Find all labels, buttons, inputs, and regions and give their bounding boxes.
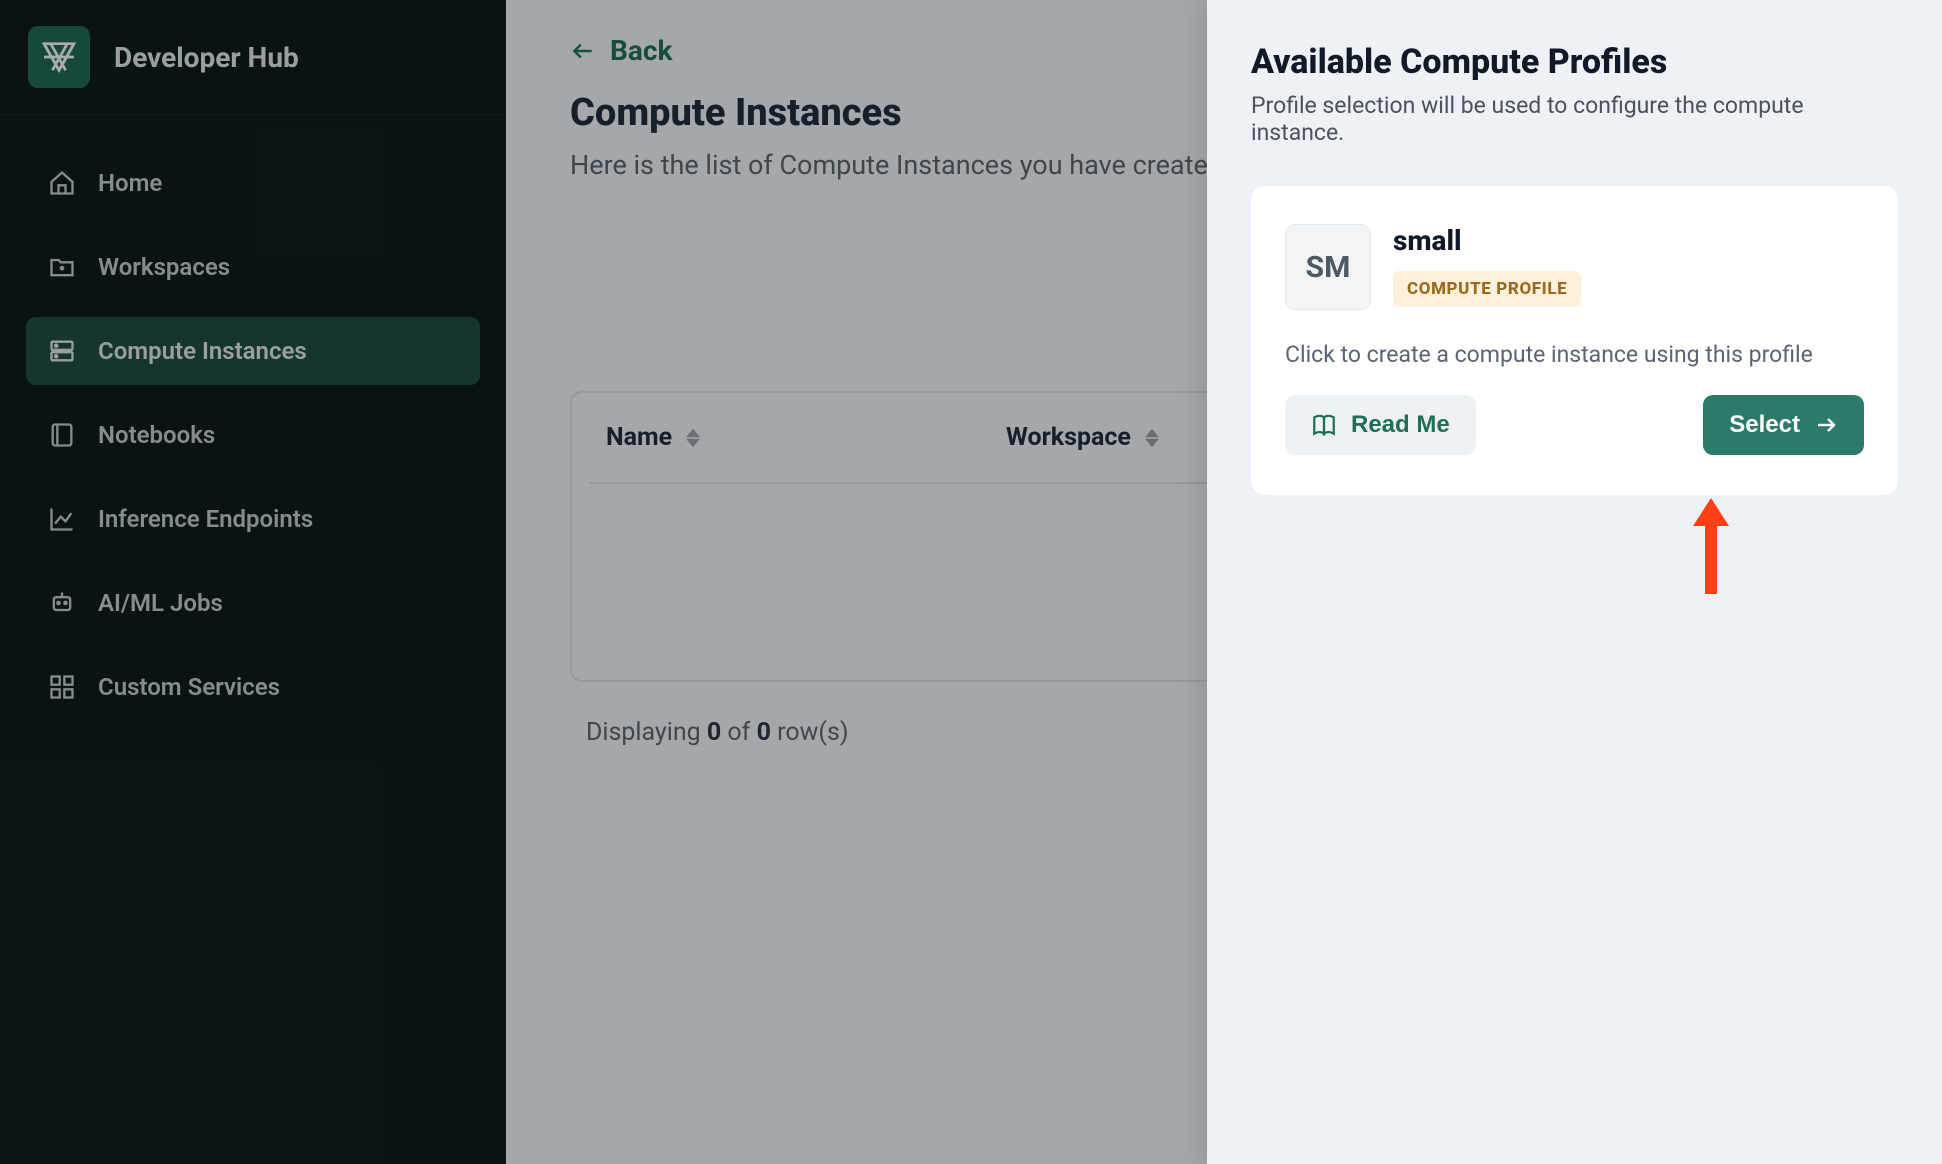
readme-button[interactable]: Read Me bbox=[1285, 395, 1476, 455]
profiles-drawer: Available Compute Profiles Profile selec… bbox=[1207, 0, 1942, 1164]
bot-icon bbox=[48, 589, 76, 617]
sidebar-item-custom-services[interactable]: Custom Services bbox=[26, 653, 480, 721]
sidebar-item-label: Custom Services bbox=[98, 673, 280, 701]
sidebar-nav: Home Workspaces Compute Instances Notebo… bbox=[0, 115, 506, 755]
readme-button-label: Read Me bbox=[1351, 411, 1450, 439]
profile-card-small: SM small COMPUTE PROFILE Click to create… bbox=[1251, 186, 1898, 495]
column-header-label: Workspace bbox=[1006, 423, 1131, 452]
sort-icon bbox=[686, 428, 700, 448]
sidebar-item-label: Home bbox=[98, 169, 162, 197]
sidebar-item-compute-instances[interactable]: Compute Instances bbox=[26, 317, 480, 385]
column-header-label: Name bbox=[606, 423, 672, 452]
profile-tag: COMPUTE PROFILE bbox=[1393, 271, 1581, 307]
arrow-right-icon bbox=[1814, 413, 1838, 437]
profile-header: SM small COMPUTE PROFILE bbox=[1285, 224, 1864, 310]
sidebar-item-home[interactable]: Home bbox=[26, 149, 480, 217]
chart-line-icon bbox=[48, 505, 76, 533]
profile-description: Click to create a compute instance using… bbox=[1285, 338, 1864, 371]
sidebar-item-label: Workspaces bbox=[98, 253, 230, 281]
select-button-label: Select bbox=[1729, 411, 1800, 439]
book-open-icon bbox=[1311, 412, 1337, 438]
arrow-left-icon bbox=[570, 38, 596, 64]
profile-name: small bbox=[1393, 224, 1581, 257]
folder-icon bbox=[48, 253, 76, 281]
sidebar-header: Developer Hub bbox=[0, 0, 506, 115]
back-link[interactable]: Back bbox=[570, 34, 672, 67]
sidebar-item-label: Notebooks bbox=[98, 421, 215, 449]
sidebar-item-inference-endpoints[interactable]: Inference Endpoints bbox=[26, 485, 480, 553]
sidebar-item-label: AI/ML Jobs bbox=[98, 589, 223, 617]
sidebar-item-ai-ml-jobs[interactable]: AI/ML Jobs bbox=[26, 569, 480, 637]
sidebar-item-workspaces[interactable]: Workspaces bbox=[26, 233, 480, 301]
app-logo-icon bbox=[28, 26, 90, 88]
home-icon bbox=[48, 169, 76, 197]
profile-actions: Read Me Select bbox=[1285, 395, 1864, 455]
sidebar-item-label: Inference Endpoints bbox=[98, 505, 313, 533]
sidebar-item-label: Compute Instances bbox=[98, 337, 307, 365]
notebook-icon bbox=[48, 421, 76, 449]
sidebar: Developer Hub Home Workspaces Compute In… bbox=[0, 0, 506, 1164]
server-icon bbox=[48, 337, 76, 365]
sidebar-item-notebooks[interactable]: Notebooks bbox=[26, 401, 480, 469]
app-title: Developer Hub bbox=[114, 41, 299, 74]
apps-icon bbox=[48, 673, 76, 701]
drawer-subtitle: Profile selection will be used to config… bbox=[1251, 92, 1898, 146]
sort-icon bbox=[1145, 428, 1159, 448]
annotation-arrow-icon bbox=[1687, 498, 1735, 598]
select-button[interactable]: Select bbox=[1703, 395, 1864, 455]
drawer-title: Available Compute Profiles bbox=[1251, 42, 1898, 82]
profile-avatar: SM bbox=[1285, 224, 1371, 310]
back-label: Back bbox=[610, 34, 672, 67]
column-header-name[interactable]: Name bbox=[606, 423, 1006, 452]
